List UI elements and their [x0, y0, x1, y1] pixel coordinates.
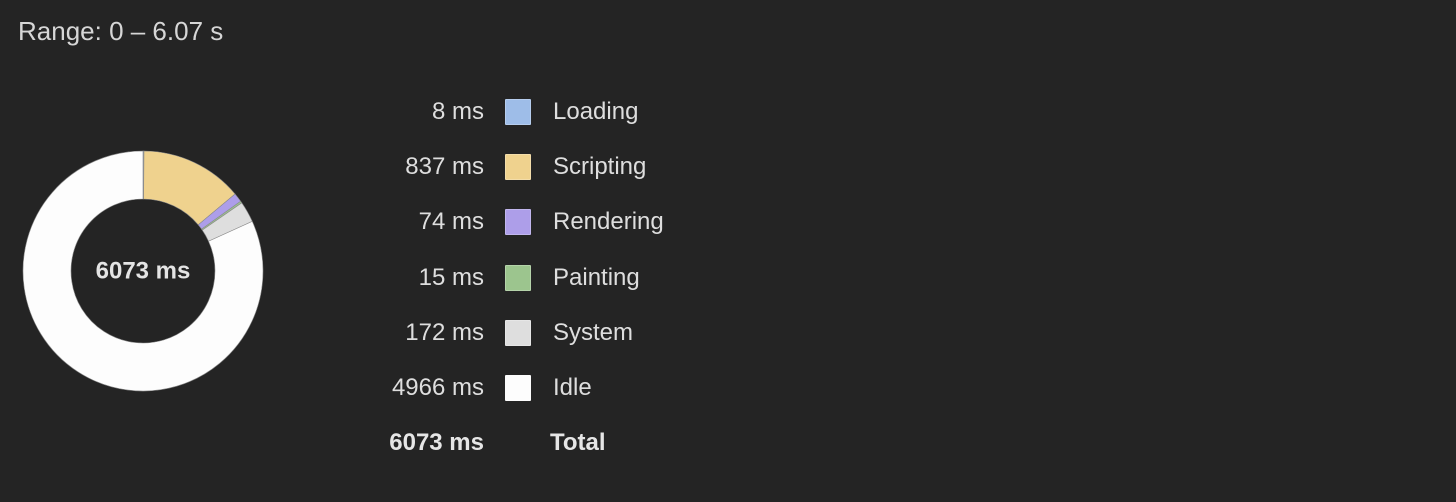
legend-row-idle: 4966 ms Idle: [300, 360, 720, 415]
range-label: Range: 0 – 6.07 s: [18, 16, 224, 46]
legend: 8 ms Loading 837 ms Scripting 74 ms Rend…: [300, 84, 720, 471]
legend-row-scripting: 837 ms Scripting: [300, 139, 720, 194]
idle-swatch: [505, 375, 531, 402]
legend-row-system: 172 ms System: [300, 305, 720, 360]
loading-value: 8 ms: [431, 97, 484, 125]
system-value: 172 ms: [405, 318, 484, 346]
rendering-value: 74 ms: [418, 208, 484, 236]
legend-row-total: 6073 ms Total: [300, 416, 720, 471]
system-label: System: [553, 318, 634, 346]
rendering-swatch: [505, 209, 531, 236]
donut-svg: 6073 ms: [22, 150, 264, 392]
rendering-label: Rendering: [553, 208, 664, 236]
painting-label: Painting: [553, 263, 640, 291]
idle-value: 4966 ms: [391, 374, 484, 402]
total-value: 6073 ms: [389, 429, 484, 457]
donut-chart: 6073 ms: [22, 150, 264, 392]
legend-row-loading: 8 ms Loading: [300, 84, 720, 139]
total-label: Total: [550, 429, 606, 457]
painting-value: 15 ms: [418, 263, 484, 291]
donut-center-total: 6073 ms: [96, 258, 191, 285]
loading-swatch: [505, 98, 531, 125]
scripting-label: Scripting: [553, 152, 647, 180]
legend-row-rendering: 74 ms Rendering: [300, 195, 720, 250]
legend-row-painting: 15 ms Painting: [300, 250, 720, 305]
scripting-value: 837 ms: [405, 152, 484, 180]
idle-label: Idle: [553, 374, 592, 402]
painting-swatch: [505, 264, 531, 291]
system-swatch: [505, 319, 531, 346]
loading-label: Loading: [553, 97, 639, 125]
scripting-swatch: [505, 153, 531, 180]
